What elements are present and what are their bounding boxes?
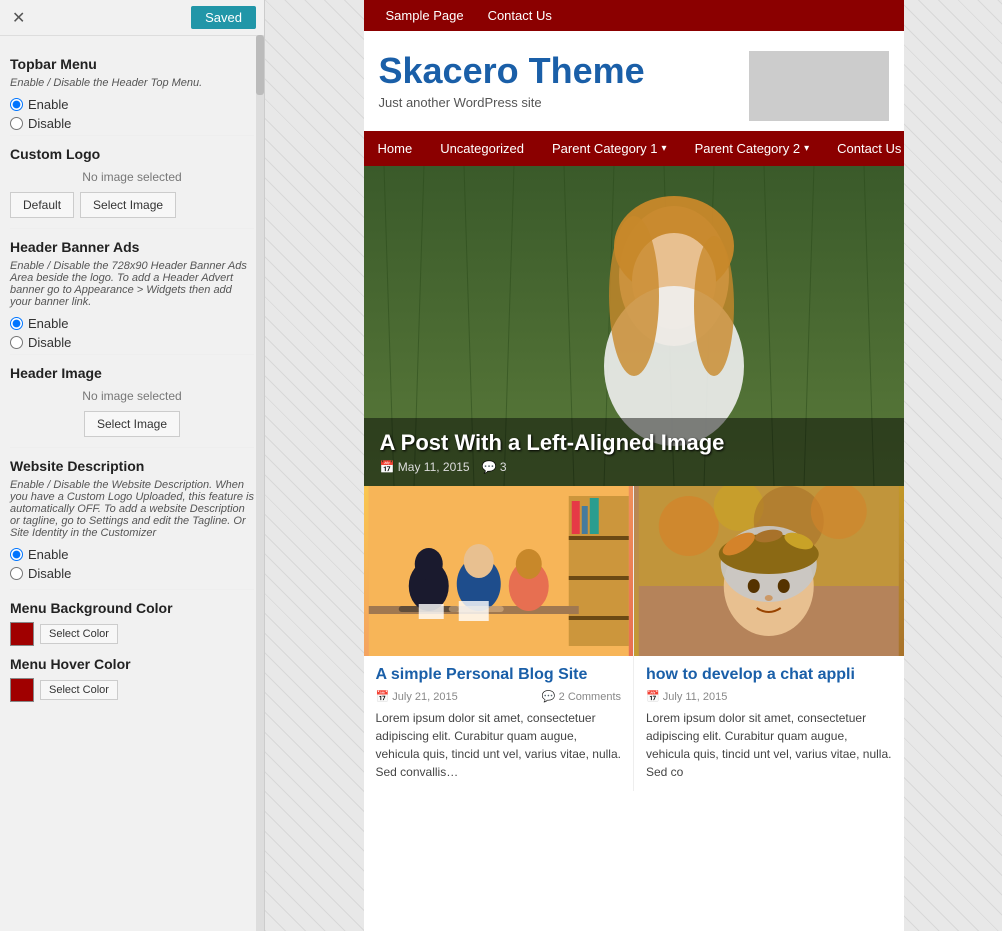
menu-bg-color-title: Menu Background Color xyxy=(10,600,254,616)
header-ad-placeholder xyxy=(749,51,889,121)
autumn-image-svg xyxy=(634,486,904,656)
top-menu-sample-page[interactable]: Sample Page xyxy=(374,0,476,31)
default-button[interactable]: Default xyxy=(10,192,74,218)
header-image-no-image: No image selected xyxy=(10,389,254,403)
banner-enable-radio[interactable]: Enable xyxy=(10,316,254,331)
post-card-image-study xyxy=(364,486,634,656)
banner-disable-label: Disable xyxy=(28,335,71,350)
select-header-image-button[interactable]: Select Image xyxy=(84,411,180,437)
topbar-disable-label: Disable xyxy=(28,116,71,131)
site-tagline: Just another WordPress site xyxy=(379,95,739,110)
post-card-meta: 📅 July 21, 2015 💬 2 Comments xyxy=(376,690,622,703)
post-grid: A simple Personal Blog Site 📅 July 21, 2… xyxy=(364,486,904,791)
site-top-menu: Sample Page Contact Us xyxy=(364,0,904,31)
menu-hover-color-select-button[interactable]: Select Color xyxy=(40,680,118,700)
select-logo-image-button[interactable]: Select Image xyxy=(80,192,176,218)
featured-post-image: A Post With a Left-Aligned Image 📅 May 1… xyxy=(364,166,904,486)
header-image-title: Header Image xyxy=(10,365,254,381)
header-banner-ads-title: Header Banner Ads xyxy=(10,239,254,255)
menu-hover-color-swatch xyxy=(10,678,34,702)
topbar-menu-title: Topbar Menu xyxy=(10,56,254,72)
featured-post-overlay: A Post With a Left-Aligned Image 📅 May 1… xyxy=(364,418,904,486)
site-nav: Home Uncategorized Parent Category 1 ▾ P… xyxy=(364,131,904,166)
banner-enable-label: Enable xyxy=(28,316,68,331)
nav-uncategorized[interactable]: Uncategorized xyxy=(426,131,538,166)
menu-bg-color-section: Menu Background Color Select Color xyxy=(10,600,254,646)
panel-header: ✕ Saved xyxy=(0,0,264,36)
topbar-disable-radio[interactable]: Disable xyxy=(10,116,254,131)
header-banner-ads-desc: Enable / Disable the 728x90 Header Banne… xyxy=(10,260,254,308)
post-card-meta: 📅 July 11, 2015 xyxy=(646,690,892,703)
website-desc-title: Website Description xyxy=(10,458,254,474)
custom-logo-no-image: No image selected xyxy=(10,170,254,184)
menu-bg-color-swatch xyxy=(10,622,34,646)
featured-post-title: A Post With a Left-Aligned Image xyxy=(380,430,888,456)
study-image-svg xyxy=(364,486,634,656)
post-date: 📅 July 11, 2015 xyxy=(646,690,727,703)
websitedesc-disable-label: Disable xyxy=(28,566,71,581)
nav-contact-us[interactable]: Contact Us xyxy=(823,131,903,166)
post-card-excerpt: Lorem ipsum dolor sit amet, consectetuer… xyxy=(646,709,892,781)
nav-home[interactable]: Home xyxy=(364,131,427,166)
site-title-block: Skacero Theme Just another WordPress sit… xyxy=(379,51,739,110)
banner-disable-radio[interactable]: Disable xyxy=(10,335,254,350)
site-title: Skacero Theme xyxy=(379,51,739,91)
menu-hover-color-row: Select Color xyxy=(10,678,254,702)
header-banner-ads-section: Header Banner Ads Enable / Disable the 7… xyxy=(10,239,254,350)
close-button[interactable]: ✕ xyxy=(8,8,29,28)
header-image-section: Header Image No image selected Select Im… xyxy=(10,365,254,437)
topbar-menu-desc: Enable / Disable the Header Top Menu. xyxy=(10,77,254,89)
menu-bg-color-select-button[interactable]: Select Color xyxy=(40,624,118,644)
post-card-body: A simple Personal Blog Site 📅 July 21, 2… xyxy=(364,656,634,791)
featured-post-date: 📅 May 11, 2015 xyxy=(380,460,470,474)
websitedesc-disable-radio[interactable]: Disable xyxy=(10,566,254,581)
topbar-enable-radio[interactable]: Enable xyxy=(10,97,254,112)
nav-parent-cat1[interactable]: Parent Category 1 ▾ xyxy=(538,131,681,166)
custom-logo-title: Custom Logo xyxy=(10,146,254,162)
featured-post-meta: 📅 May 11, 2015 💬 3 xyxy=(380,460,888,474)
custom-logo-buttons: Default Select Image xyxy=(10,192,254,218)
right-preview-panel: Sample Page Contact Us Skacero Theme Jus… xyxy=(265,0,1002,931)
post-card: A simple Personal Blog Site 📅 July 21, 2… xyxy=(364,486,635,791)
menu-hover-color-section: Menu Hover Color Select Color xyxy=(10,656,254,702)
websitedesc-enable-label: Enable xyxy=(28,547,68,562)
post-comments: 💬 2 Comments xyxy=(542,690,621,703)
post-card-body: how to develop a chat appli 📅 July 11, 2… xyxy=(634,656,904,791)
preview-background: Sample Page Contact Us Skacero Theme Jus… xyxy=(265,0,1002,931)
top-menu-contact-us[interactable]: Contact Us xyxy=(476,0,564,31)
post-card-title[interactable]: A simple Personal Blog Site xyxy=(376,666,622,684)
featured-post-comments: 💬 3 xyxy=(482,460,507,474)
website-description-section: Website Description Enable / Disable the… xyxy=(10,458,254,581)
post-card-image-autumn xyxy=(634,486,904,656)
websitedesc-enable-radio[interactable]: Enable xyxy=(10,547,254,562)
topbar-menu-section: Topbar Menu Enable / Disable the Header … xyxy=(10,56,254,131)
nav-parent-cat2[interactable]: Parent Category 2 ▾ xyxy=(681,131,824,166)
chevron-down-icon: ▾ xyxy=(662,143,667,154)
site-header: Skacero Theme Just another WordPress sit… xyxy=(364,31,904,131)
settings-scroll-area: Topbar Menu Enable / Disable the Header … xyxy=(0,36,264,931)
post-date: 📅 July 21, 2015 xyxy=(376,690,458,703)
post-card-excerpt: Lorem ipsum dolor sit amet, consectetuer… xyxy=(376,709,622,781)
post-card: how to develop a chat appli 📅 July 11, 2… xyxy=(634,486,904,791)
menu-hover-color-title: Menu Hover Color xyxy=(10,656,254,672)
left-panel: ✕ Saved Topbar Menu Enable / Disable the… xyxy=(0,0,265,931)
post-card-title[interactable]: how to develop a chat appli xyxy=(646,666,892,684)
website-desc-text: Enable / Disable the Website Description… xyxy=(10,479,254,539)
menu-bg-color-row: Select Color xyxy=(10,622,254,646)
topbar-enable-label: Enable xyxy=(28,97,68,112)
chevron-down-icon: ▾ xyxy=(804,143,809,154)
site-preview: Sample Page Contact Us Skacero Theme Jus… xyxy=(364,0,904,931)
custom-logo-section: Custom Logo No image selected Default Se… xyxy=(10,146,254,218)
saved-button[interactable]: Saved xyxy=(191,6,256,29)
